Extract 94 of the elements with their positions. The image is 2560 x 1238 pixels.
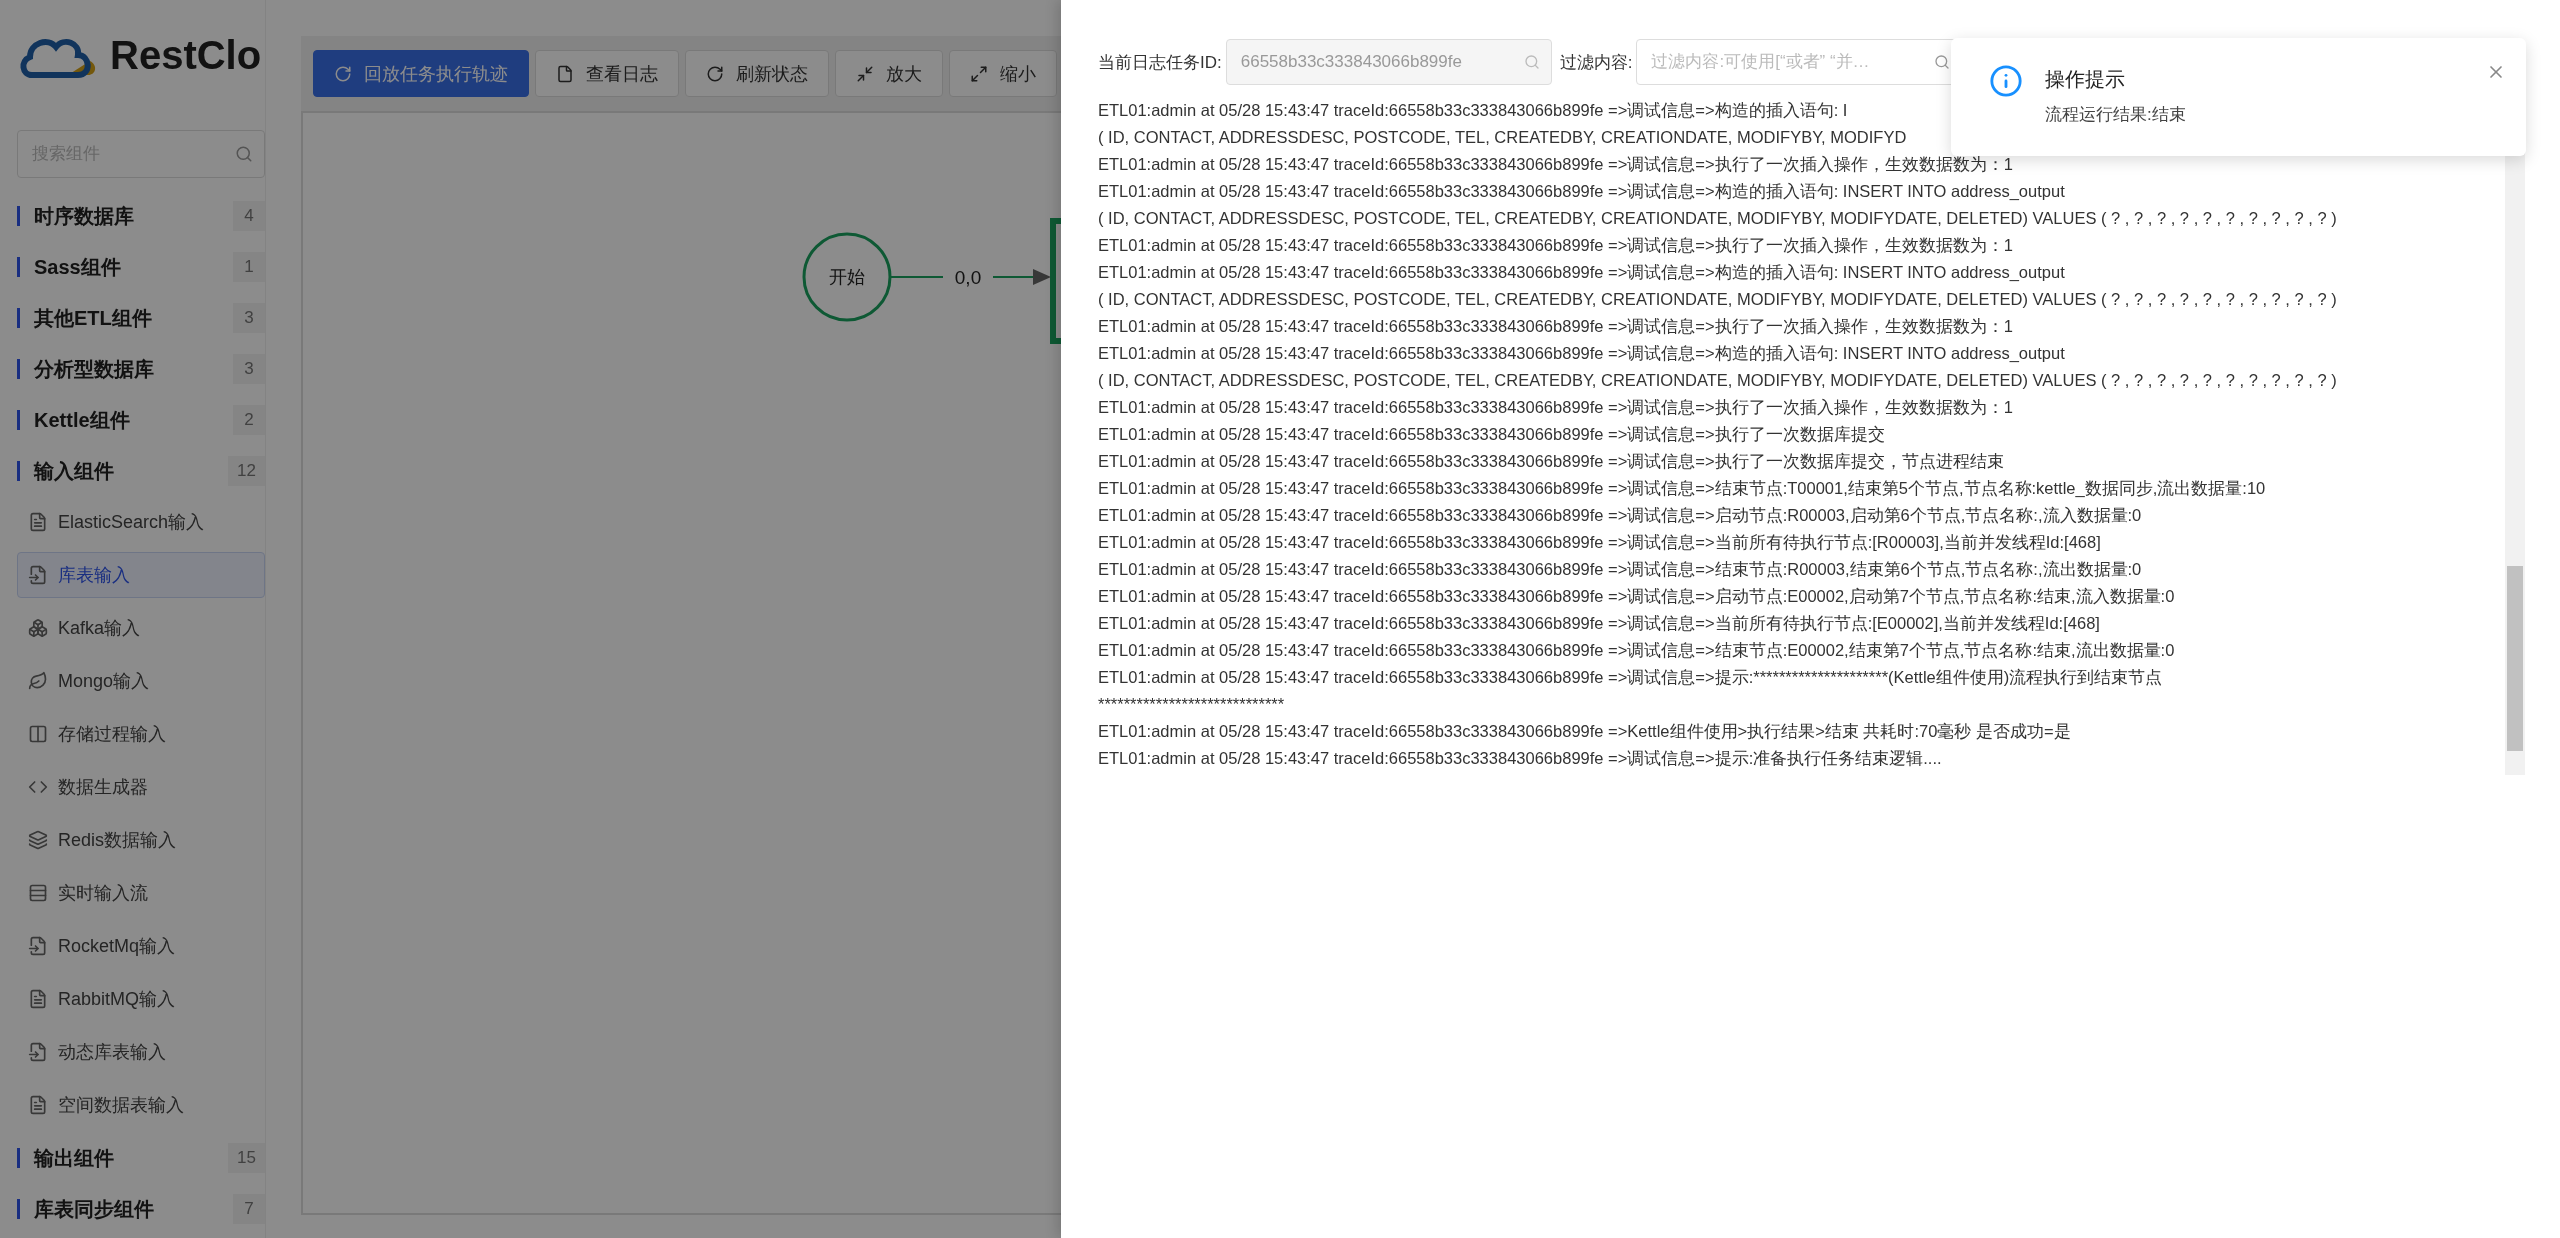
- category-header[interactable]: 库表同步组件 7: [0, 1183, 265, 1234]
- log-line: ETL01:admin at 05/28 15:43:47 traceId:66558b33c333843066b899fe =>调试信息=>启动节点:R00003,启动第6个节点,节点名称:,流入数据量:0: [1098, 505, 2142, 526]
- log-line: ETL01:admin at 05/28 15:43:47 traceId:66558b33c333843066b899fe =>调试信息=>提示:*********************(Kettle组件使用)流程执行到结束节点: [1098, 667, 2163, 688]
- arrows-icon: [970, 64, 988, 83]
- component-item[interactable]: ElasticSearch输入: [17, 499, 265, 545]
- component-icon: [28, 618, 48, 638]
- log-line: *****************************: [1098, 694, 1285, 715]
- notification-message: 流程运行结果:结束: [2045, 104, 2186, 126]
- component-item[interactable]: Kafka输入: [17, 605, 265, 651]
- category-count: 2: [233, 404, 265, 435]
- category-label: 库表同步组件: [17, 1198, 154, 1219]
- log-line: ETL01:admin at 05/28 15:43:47 traceId:66558b33c333843066b899fe =>调试信息=>当前所有待执行节点:[E00002],当前并发线程Id:[468]: [1098, 613, 2100, 634]
- component-icon: [28, 1095, 48, 1115]
- notification-title: 操作提示: [2045, 67, 2126, 92]
- category-count: 12: [228, 455, 265, 486]
- category-header[interactable]: 输入组件 12: [0, 445, 265, 496]
- component-icon: [28, 883, 48, 903]
- component-item[interactable]: 库表输入: [17, 552, 265, 598]
- edge-label: 0,0: [954, 267, 982, 288]
- component-item[interactable]: Mongo输入: [17, 658, 265, 704]
- category-label: Sass组件: [17, 256, 121, 277]
- log-line: ETL01:admin at 05/28 15:43:47 traceId:66558b33c333843066b899fe =>调试信息=>启动节点:E00002,启动第7个节点,节点名称:结束,流入数据量:0: [1098, 586, 2175, 607]
- log-line: ETL01:admin at 05/28 15:43:47 traceId:66558b33c333843066b899fe =>调试信息=>构造的插入语句: INSERT INTO address_output: [1098, 262, 2065, 283]
- category-count: 15: [228, 1142, 265, 1173]
- log-line: ETL01:admin at 05/28 15:43:47 traceId:66558b33c333843066b899fe =>调试信息=>执行了一次插入操作，生效数据数为：1: [1098, 154, 2013, 175]
- start-node-label: 开始: [829, 267, 865, 287]
- log-line: ( ID, CONTACT, ADDRESSDESC, POSTCODE, TEL, CREATEDBY, CREATIONDATE, MODIFYBY, MODIFYDATE, DELETED) VALUES ( ? , ? , ? , ? , ? , ? , ? , ? , ? , ? ): [1098, 208, 2337, 229]
- component-icon: [28, 724, 48, 744]
- category-header[interactable]: 其他ETL组件 3: [0, 292, 265, 343]
- log-line: ETL01:admin at 05/28 15:43:47 traceId:66558b33c333843066b899fe =>调试信息=>结束节点:R00003,结束第6个节点,节点名称:,流出数据量:0: [1098, 559, 2142, 580]
- component-item[interactable]: Redis数据输入: [17, 817, 265, 863]
- arrows-icon: [856, 64, 874, 83]
- start-node[interactable]: [802, 232, 892, 322]
- category-label: 分析型数据库: [17, 358, 154, 379]
- log-line: ETL01:admin at 05/28 15:43:47 traceId:66558b33c333843066b899fe =>调试信息=>执行了一次数据库提交: [1098, 424, 1885, 445]
- log-line: ETL01:admin at 05/28 15:43:47 traceId:66558b33c333843066b899fe =>调试信息=>执行了一次数据库提交，节点进程结束: [1098, 451, 2004, 472]
- category-count: 4: [233, 200, 265, 231]
- task-id-label: 当前日志任务ID:: [1098, 51, 1222, 74]
- category-label: 其他ETL组件: [17, 307, 152, 328]
- log-line: ( ID, CONTACT, ADDRESSDESC, POSTCODE, TEL, CREATEDBY, CREATIONDATE, MODIFYBY, MODIFYDATE, DELETED) VALUES ( ? , ? , ? , ? , ? , ? , ? , ? , ? , ? ): [1098, 370, 2337, 391]
- log-line: ETL01:admin at 05/28 15:43:47 traceId:66558b33c333843066b899fe =>调试信息=>构造的插入语句: INSERT INTO address_output: [1098, 343, 2065, 364]
- search-icon: [1523, 54, 1540, 70]
- component-icon: [28, 1042, 48, 1062]
- logo-text: RestClo: [110, 32, 262, 78]
- toolbar-button[interactable]: 查看日志: [535, 50, 679, 97]
- toolbar-button[interactable]: 回放任务执行轨迹: [313, 50, 529, 97]
- log-line: ETL01:admin at 05/28 15:43:47 traceId:66558b33c333843066b899fe =>调试信息=>执行了一次插入操作，生效数据数为：1: [1098, 316, 2013, 337]
- category-label: Kettle组件: [17, 409, 130, 430]
- category-count: 3: [233, 353, 265, 384]
- category-header[interactable]: 输出组件 15: [0, 1132, 265, 1183]
- toolbar-button[interactable]: 刷新状态: [685, 50, 829, 97]
- component-icon: [28, 512, 48, 532]
- document-icon: [556, 64, 574, 83]
- log-line: ETL01:admin at 05/28 15:43:47 traceId:66558b33c333843066b899fe =>调试信息=>当前所有待执行节点:[R00003],当前并发线程Id:[468]: [1098, 532, 2101, 553]
- info-icon: [1989, 64, 2023, 98]
- log-line: ( ID, CONTACT, ADDRESSDESC, POSTCODE, TEL, CREATEDBY, CREATIONDATE, MODIFYBY, MODIFYD: [1098, 127, 1907, 148]
- component-item[interactable]: RabbitMQ输入: [17, 976, 265, 1022]
- log-line: ETL01:admin at 05/28 15:43:47 traceId:66558b33c333843066b899fe =>调试信息=>执行了一次插入操作，生效数据数为：1: [1098, 397, 2013, 418]
- log-line: ETL01:admin at 05/28 15:43:47 traceId:66558b33c333843066b899fe =>调试信息=>结束节点:E00002,结束第7个节点,节点名称:结束,流出数据量:0: [1098, 640, 2175, 661]
- refresh-icon: [706, 64, 724, 83]
- toolbar-button[interactable]: 放大: [835, 50, 943, 97]
- component-item[interactable]: 动态库表输入: [17, 1029, 265, 1075]
- component-item[interactable]: RocketMq输入: [17, 923, 265, 969]
- category-label: 输出组件: [17, 1147, 114, 1168]
- log-line: ( ID, CONTACT, ADDRESSDESC, POSTCODE, TEL, CREATEDBY, CREATIONDATE, MODIFYBY, MODIFYDATE, DELETED) VALUES ( ? , ? , ? , ? , ? , ? , ? , ? , ? , ? ): [1098, 289, 2337, 310]
- component-icon: [28, 830, 48, 850]
- toolbar-button[interactable]: 缩小: [949, 50, 1057, 97]
- log-line: ETL01:admin at 05/28 15:43:47 traceId:66558b33c333843066b899fe =>Kettle组件使用>执行结果>结束 共耗时:70毫秒 是否成功=是: [1098, 721, 2071, 742]
- category-header[interactable]: Kettle组件 2: [0, 394, 265, 445]
- log-line: ETL01:admin at 05/28 15:43:47 traceId:66558b33c333843066b899fe =>调试信息=>执行了一次插入操作，生效数据数为：1: [1098, 235, 2013, 256]
- component-item[interactable]: 空间数据表输入: [17, 1082, 265, 1128]
- search-icon: [1934, 54, 1951, 70]
- category-label: 输入组件: [17, 460, 114, 481]
- component-item[interactable]: 实时输入流: [17, 870, 265, 916]
- component-icon: [28, 936, 48, 956]
- category-count: 7: [233, 1193, 265, 1224]
- search-icon: [235, 145, 253, 163]
- log-line: ETL01:admin at 05/28 15:43:47 traceId:66558b33c333843066b899fe =>调试信息=>构造的插入语句: INSERT INTO address_output: [1098, 181, 2065, 202]
- log-line: ETL01:admin at 05/28 15:43:47 traceId:66558b33c333843066b899fe =>调试信息=>提示:准备执行任务结束逻辑....: [1098, 748, 1942, 769]
- component-icon: [28, 989, 48, 1009]
- log-line: ETL01:admin at 05/28 15:43:47 traceId:66558b33c333843066b899fe =>调试信息=>构造的插入语句: I: [1098, 100, 1848, 121]
- category-count: 3: [233, 302, 265, 333]
- component-item[interactable]: 存储过程输入: [17, 711, 265, 757]
- category-label: 时序数据库: [17, 205, 134, 226]
- refresh-icon: [334, 64, 352, 83]
- category-header[interactable]: 分析型数据库 3: [0, 343, 265, 394]
- category-count: 1: [233, 251, 265, 282]
- log-line: ETL01:admin at 05/28 15:43:47 traceId:66558b33c333843066b899fe =>调试信息=>结束节点:T00001,结束第5个节点,节点名称:kettle_数据同步,流出数据量:10: [1098, 478, 2266, 499]
- category-header[interactable]: 时序数据库 4: [0, 190, 265, 241]
- component-icon: [28, 565, 48, 585]
- component-item[interactable]: 数据生成器: [17, 764, 265, 810]
- component-icon: [28, 671, 48, 691]
- filter-label: 过滤内容:: [1559, 51, 1633, 74]
- category-header[interactable]: Sass组件 1: [0, 241, 265, 292]
